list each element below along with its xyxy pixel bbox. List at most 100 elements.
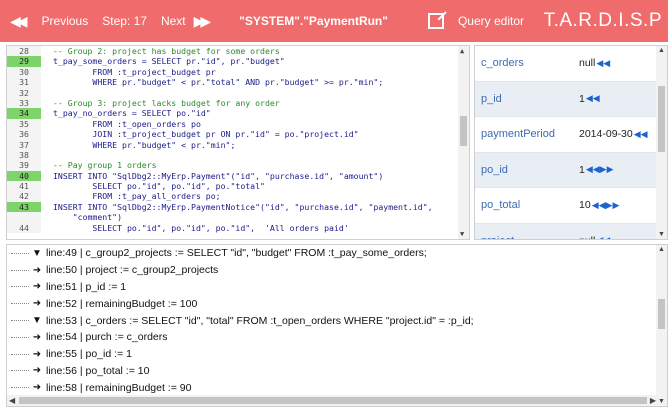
code-line[interactable]: 37 WHERE pr."budget" < pr."min"; <box>7 139 469 150</box>
scroll-right-icon[interactable]: ▶ <box>650 396 656 405</box>
value-history-icon[interactable]: ◀◀ <box>596 235 610 239</box>
code-line[interactable]: 38 <box>7 149 469 161</box>
line-number[interactable]: 36 <box>7 129 41 140</box>
variable-row[interactable]: po_total 10 ◀◀▶▶ <box>475 188 667 224</box>
line-number[interactable]: 30 <box>7 66 41 78</box>
trace-row[interactable]: ➜ line:55 | po_id := 1 <box>7 346 667 363</box>
trace-row[interactable]: ➜ line:51 | p_id := 1 <box>7 279 667 296</box>
variable-value: 1 <box>579 163 585 176</box>
scroll-down-icon[interactable]: ▼ <box>460 230 464 238</box>
execution-trace: ▼ line:49 | c_group2_projects := SELECT "… <box>6 244 668 407</box>
scroll-down-icon[interactable]: ▼ <box>658 231 665 238</box>
variable-name: po_id <box>481 163 508 176</box>
trace-text: line:58 | remainingBudget := 90 <box>46 381 192 394</box>
variables-panel: c_orders null ◀◀ p_id 1 ◀◀ paymentPeriod 2014-0… <box>474 45 668 240</box>
value-history-icon[interactable]: ◀◀▶▶ <box>586 164 614 175</box>
code-line[interactable]: 30 FROM :t_project_budget pr <box>7 66 469 78</box>
procedure-name: "SYSTEM"."PaymentRun" <box>239 14 388 28</box>
breakpoint-line-number[interactable]: 29 <box>7 56 41 67</box>
code-line[interactable]: 33 -- Group 3: project lacks budget for a… <box>7 97 469 109</box>
scroll-thumb[interactable] <box>658 299 665 329</box>
step-counter: Step: 17 <box>102 14 147 28</box>
line-number[interactable]: 38 <box>7 149 41 161</box>
scroll-left-icon[interactable]: ◀ <box>9 396 15 405</box>
trace-row[interactable]: ➜ line:58 | remainingBudget := 90 <box>7 379 667 396</box>
trace-row[interactable]: ➜ line:52 | remainingBudget := 100 <box>7 295 667 312</box>
trace-row[interactable]: ▼ line:53 | c_orders := SELECT "id", "tot… <box>7 312 667 329</box>
code-line[interactable]: 43 INSERT INTO "SqlDbg2::MyErp.PaymentNot… <box>7 201 469 213</box>
tree-connector <box>11 286 29 288</box>
trace-row[interactable]: ➜ line:50 | project := c_group2_projects <box>7 262 667 279</box>
previous-double-arrow-icon[interactable]: ◀◀ <box>10 0 27 42</box>
code-line[interactable]: 29 t_pay_some_orders = SELECT pr."id", pr… <box>7 56 469 67</box>
code-line[interactable]: 40 INSERT INTO "SqlDbg2::MyErp.Payment"("… <box>7 170 469 182</box>
next-double-arrow-icon[interactable]: ▶▶ <box>194 0 211 42</box>
line-number[interactable]: 39 <box>7 160 41 171</box>
code-line[interactable]: 34 t_pay_no_orders = SELECT po."id" <box>7 108 469 119</box>
value-history-icon[interactable]: ◀◀ <box>586 93 600 104</box>
code-line[interactable]: 31 WHERE pr."budget" < pr."total" AND pr… <box>7 77 469 88</box>
code-text: INSERT INTO "SqlDbg2::MyErp.Payment"("id… <box>53 170 384 181</box>
code-text: t_pay_no_orders = SELECT po."id" <box>53 108 211 119</box>
line-number[interactable]: 31 <box>7 77 41 88</box>
code-line[interactable]: 28 -- Group 2: project has budget for som… <box>7 46 469 57</box>
line-number[interactable]: 33 <box>7 97 41 109</box>
line-number[interactable]: 44 <box>7 222 41 234</box>
value-history-icon[interactable]: ◀◀ <box>596 58 610 69</box>
code-scrollbar[interactable]: ▲ ▼ <box>458 46 469 239</box>
variable-row[interactable]: p_id 1 ◀◀ <box>475 81 667 117</box>
line-number[interactable]: 32 <box>7 87 41 98</box>
trace-text: line:50 | project := c_group2_projects <box>46 264 219 277</box>
trace-row[interactable]: ➜ line:56 | po_total := 10 <box>7 363 667 380</box>
previous-button[interactable]: Previous <box>42 0 89 42</box>
next-button[interactable]: Next <box>161 0 186 42</box>
code-line[interactable]: 36 JOIN :t_project_budget pr ON pr."id" … <box>7 129 469 140</box>
scroll-up-icon[interactable]: ▲ <box>658 246 665 253</box>
code-editor[interactable]: 28 -- Group 2: project has budget for som… <box>6 45 470 240</box>
scroll-thumb[interactable] <box>658 86 665 152</box>
code-line[interactable]: 39 -- Pay group 1 orders <box>7 160 469 171</box>
variable-row[interactable]: paymentPeriod 2014-09-30 ◀◀ <box>475 117 667 153</box>
code-text: FROM :t_project_budget pr <box>53 66 216 77</box>
filter-icon: ▼ <box>32 315 42 327</box>
arrow-right-icon: ➜ <box>32 382 42 394</box>
value-history-icon[interactable]: ◀◀ <box>634 129 648 140</box>
value-history-icon[interactable]: ◀◀▶▶ <box>592 200 620 211</box>
code-line[interactable]: 32 <box>7 87 469 98</box>
trace-vertical-scrollbar[interactable]: ▲ ▼ <box>656 245 667 406</box>
variable-row[interactable]: projectnull◀◀ <box>475 223 667 239</box>
scroll-thumb[interactable] <box>19 397 647 404</box>
code-line[interactable]: 44 SELECT po."id", po."id", po."id", 'Al… <box>7 222 469 234</box>
scroll-up-icon[interactable]: ▲ <box>658 47 665 54</box>
variable-row[interactable]: c_orders null ◀◀ <box>475 46 667 82</box>
line-number[interactable]: 42 <box>7 191 41 202</box>
edit-square-icon[interactable] <box>427 13 444 29</box>
arrow-right-icon: ➜ <box>32 365 42 377</box>
trace-horizontal-scrollbar[interactable]: ◀ ▶ <box>7 395 658 406</box>
code-line[interactable]: 41 SELECT po."id", po."id", po."total" <box>7 181 469 192</box>
code-text: -- Group 2: project has budget for some … <box>53 46 280 56</box>
code-line[interactable]: 35 FROM :t_open_orders po <box>7 118 469 130</box>
breakpoint-line-number[interactable]: 34 <box>7 108 41 119</box>
filter-icon: ▼ <box>32 247 42 259</box>
scroll-down-icon[interactable]: ▼ <box>658 398 665 405</box>
code-line[interactable]: 42 FROM :t_pay_all_orders po; <box>7 191 469 202</box>
trace-row[interactable]: ➜ line:54 | purch := c_orders <box>7 329 667 346</box>
code-lines: 28 -- Group 2: project has budget for som… <box>7 46 469 234</box>
scroll-up-icon[interactable]: ▲ <box>460 47 464 55</box>
variable-value: 2014-09-30 <box>579 128 633 141</box>
line-number[interactable]: 35 <box>7 118 41 130</box>
query-editor-button[interactable]: Query editor <box>458 0 524 42</box>
variables-scrollbar[interactable]: ▲ ▼ <box>656 46 667 239</box>
variable-row[interactable]: po_id 1 ◀◀▶▶ <box>475 152 667 188</box>
code-line[interactable]: "comment") <box>7 212 469 223</box>
line-number[interactable]: 28 <box>7 46 41 57</box>
line-number[interactable] <box>7 212 41 223</box>
trace-row[interactable]: ▼ line:49 | c_group2_projects := SELECT "… <box>7 245 667 262</box>
line-number[interactable]: 37 <box>7 139 41 150</box>
breakpoint-line-number[interactable]: 43 <box>7 201 41 213</box>
scroll-thumb[interactable] <box>460 116 467 146</box>
code-text: JOIN :t_project_budget pr ON pr."id" = p… <box>53 129 359 140</box>
breakpoint-line-number[interactable]: 40 <box>7 170 41 182</box>
line-number[interactable]: 41 <box>7 181 41 192</box>
